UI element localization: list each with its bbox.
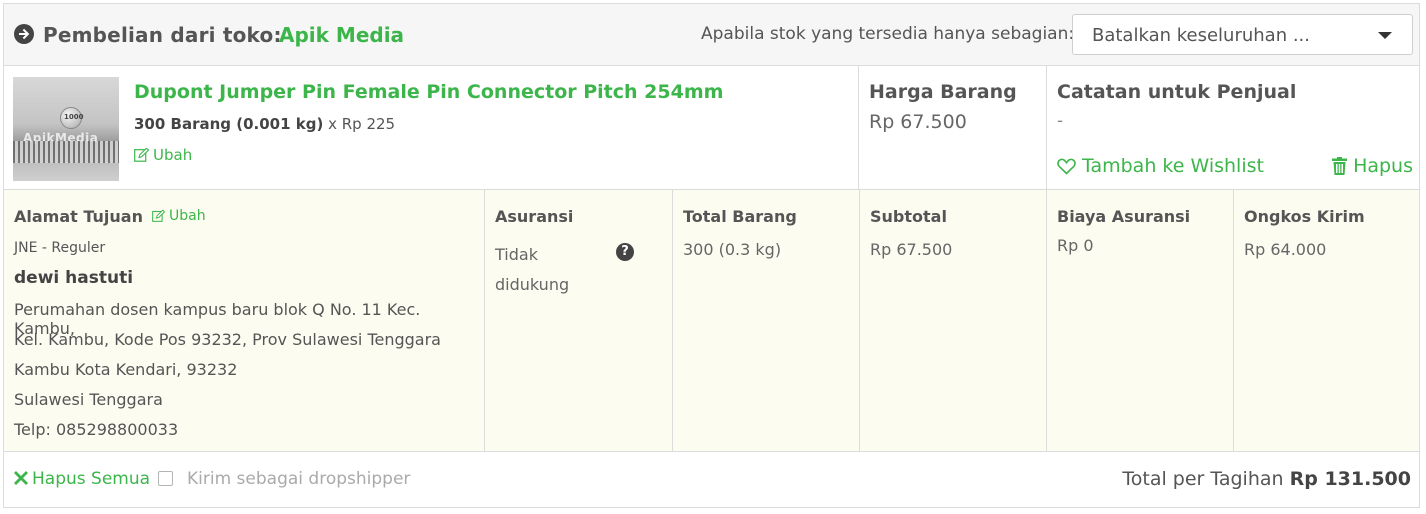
add-to-wishlist-button[interactable]: Tambah ke Wishlist	[1057, 155, 1264, 177]
delete-all-button[interactable]: Hapus Semua	[14, 469, 150, 489]
store-header: Pembelian dari toko: Apik Media Apabila …	[4, 4, 1419, 66]
checkout-footer: Hapus Semua Kirim sebagai dropshipper To…	[4, 452, 1419, 509]
insurance-column: Asuransi Tidak didukung ?	[484, 190, 672, 452]
trash-icon	[1332, 157, 1348, 175]
edit-icon	[134, 148, 149, 162]
insurance-fee-column: Biaya Asuransi Rp 0	[1046, 190, 1233, 452]
delete-item-button[interactable]: Hapus	[1332, 155, 1413, 177]
delete-all-label: Hapus Semua	[32, 469, 151, 489]
notes-value: -	[1057, 111, 1064, 131]
address-line: Kel. Kambu, Kode Pos 93232, Prov Sulawes…	[14, 330, 441, 349]
coin-label: 1000	[64, 113, 84, 121]
recipient-name: dewi hastuti	[14, 268, 134, 288]
insurance-fee-value: Rp 0	[1057, 236, 1094, 255]
shipping-fee-label: Ongkos Kirim	[1244, 207, 1365, 226]
phone-line: Telp: 085298800033	[14, 420, 179, 439]
store-prefix-label: Pembelian dari toko:	[43, 23, 282, 47]
shipping-fee-column: Ongkos Kirim Rp 64.000	[1233, 190, 1419, 452]
edit-icon	[152, 210, 165, 222]
notes-label: Catatan untuk Penjual	[1057, 81, 1297, 103]
shipping-detail-row: Alamat Tujuan Ubah JNE - Reguler dewi ha…	[4, 190, 1419, 452]
product-title-link[interactable]: Dupont Jumper Pin Female Pin Connector P…	[134, 81, 723, 103]
edit-product-label: Ubah	[153, 146, 193, 164]
shipping-fee-value: Rp 64.000	[1244, 240, 1327, 259]
price-label: Harga Barang	[869, 81, 1017, 103]
checkout-card: Pembelian dari toko: Apik Media Apabila …	[3, 3, 1420, 508]
arrow-circle-right-icon	[14, 24, 34, 44]
insurance-value-line: Tidak	[495, 245, 538, 264]
stock-policy-select-value: Batalkan keseluruhan ...	[1092, 25, 1310, 46]
edit-address-label: Ubah	[169, 208, 206, 224]
stock-policy-select[interactable]: Batalkan keseluruhan ...	[1072, 14, 1413, 55]
invoice-total-value: Rp 131.500	[1289, 468, 1411, 490]
total-items-value: 300 (0.3 kg)	[683, 240, 782, 259]
product-unit-price: x Rp 225	[323, 115, 396, 133]
pin-strip-shape	[13, 141, 119, 163]
insurance-fee-label: Biaya Asuransi	[1057, 207, 1191, 226]
add-to-wishlist-label: Tambah ke Wishlist	[1082, 155, 1264, 177]
insurance-label: Asuransi	[495, 207, 574, 226]
invoice-total: Total per Tagihan Rp 131.500	[1122, 468, 1411, 490]
address-line: Kambu Kota Kendari, 93232	[14, 360, 238, 379]
dropshipper-label[interactable]: Kirim sebagai dropshipper	[187, 469, 410, 489]
total-items-column: Total Barang 300 (0.3 kg)	[672, 190, 859, 452]
price-value: Rp 67.500	[869, 111, 967, 133]
store-name-link[interactable]: Apik Media	[279, 23, 404, 47]
stock-policy-label: Apabila stok yang tersedia hanya sebagia…	[701, 24, 1075, 44]
product-quantity-bold: 300 Barang (0.001 kg)	[134, 115, 324, 133]
close-icon	[14, 471, 28, 485]
price-column: Harga Barang Rp 67.500	[858, 66, 1046, 189]
heart-icon	[1057, 158, 1076, 175]
subtotal-value: Rp 67.500	[870, 240, 953, 259]
address-column: Alamat Tujuan Ubah JNE - Reguler dewi ha…	[4, 190, 484, 452]
address-label: Alamat Tujuan	[14, 207, 143, 226]
notes-column: Catatan untuk Penjual - Tambah ke Wishli…	[1046, 66, 1419, 189]
subtotal-column: Subtotal Rp 67.500	[859, 190, 1046, 452]
product-image[interactable]: 1000 ApikMedia	[13, 77, 119, 181]
edit-address-button[interactable]: Ubah	[152, 208, 206, 224]
insurance-value: Tidak didukung	[495, 240, 569, 300]
product-row: 1000 ApikMedia Dupont Jumper Pin Female …	[4, 66, 1419, 190]
caret-down-icon	[1378, 32, 1392, 39]
insurance-value-line: didukung	[495, 275, 570, 294]
product-quantity: 300 Barang (0.001 kg) x Rp 225	[134, 115, 395, 133]
question-circle-icon[interactable]: ?	[616, 243, 634, 261]
invoice-total-label: Total per Tagihan	[1122, 468, 1290, 490]
delete-item-label: Hapus	[1353, 155, 1413, 177]
dropshipper-checkbox[interactable]	[158, 471, 173, 486]
address-line: Sulawesi Tenggara	[14, 390, 163, 409]
subtotal-label: Subtotal	[870, 207, 947, 226]
total-items-label: Total Barang	[683, 207, 797, 226]
courier-name: JNE - Reguler	[14, 240, 106, 256]
edit-product-button[interactable]: Ubah	[134, 146, 192, 164]
